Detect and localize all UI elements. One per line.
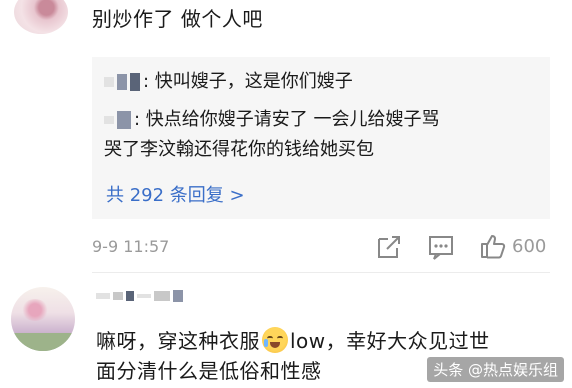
comment-timestamp: 9-9 11:57 (92, 237, 170, 256)
blurred-username[interactable] (96, 284, 186, 304)
crying-laughing-emoji-icon (262, 327, 288, 353)
share-icon[interactable] (376, 234, 402, 260)
avatar[interactable] (14, 0, 68, 34)
comment-text: 嘛呀，穿这种衣服 low，幸好大众见过世 (96, 327, 490, 353)
like-icon[interactable] (480, 233, 506, 259)
view-replies-link[interactable]: 共 292 条回复 > (106, 181, 245, 207)
watermark: 头条 @热点娱乐组 (427, 357, 564, 382)
comment-icon[interactable] (428, 234, 454, 260)
comment-text: 别炒作了 做个人吧 (92, 7, 263, 31)
blurred-username (104, 107, 134, 133)
reply-preview-line: : 快点给你嫂子请安了 一会儿给嫂子骂 (104, 107, 440, 133)
divider (92, 272, 550, 273)
reply-preview-line: : 快叫嫂子，这是你们嫂子 (104, 69, 353, 95)
like-count: 600 (512, 236, 547, 257)
blurred-username (104, 69, 143, 95)
reply-preview-box[interactable]: : 快叫嫂子，这是你们嫂子 : 快点给你嫂子请安了 一会儿给嫂子骂 哭了李汶翰还… (92, 57, 550, 219)
comment-text-line2: 面分清什么是低俗和性感 (96, 359, 322, 383)
avatar[interactable] (11, 287, 75, 351)
reply-preview-line: 哭了李汶翰还得花你的钱给她买包 (104, 139, 374, 160)
